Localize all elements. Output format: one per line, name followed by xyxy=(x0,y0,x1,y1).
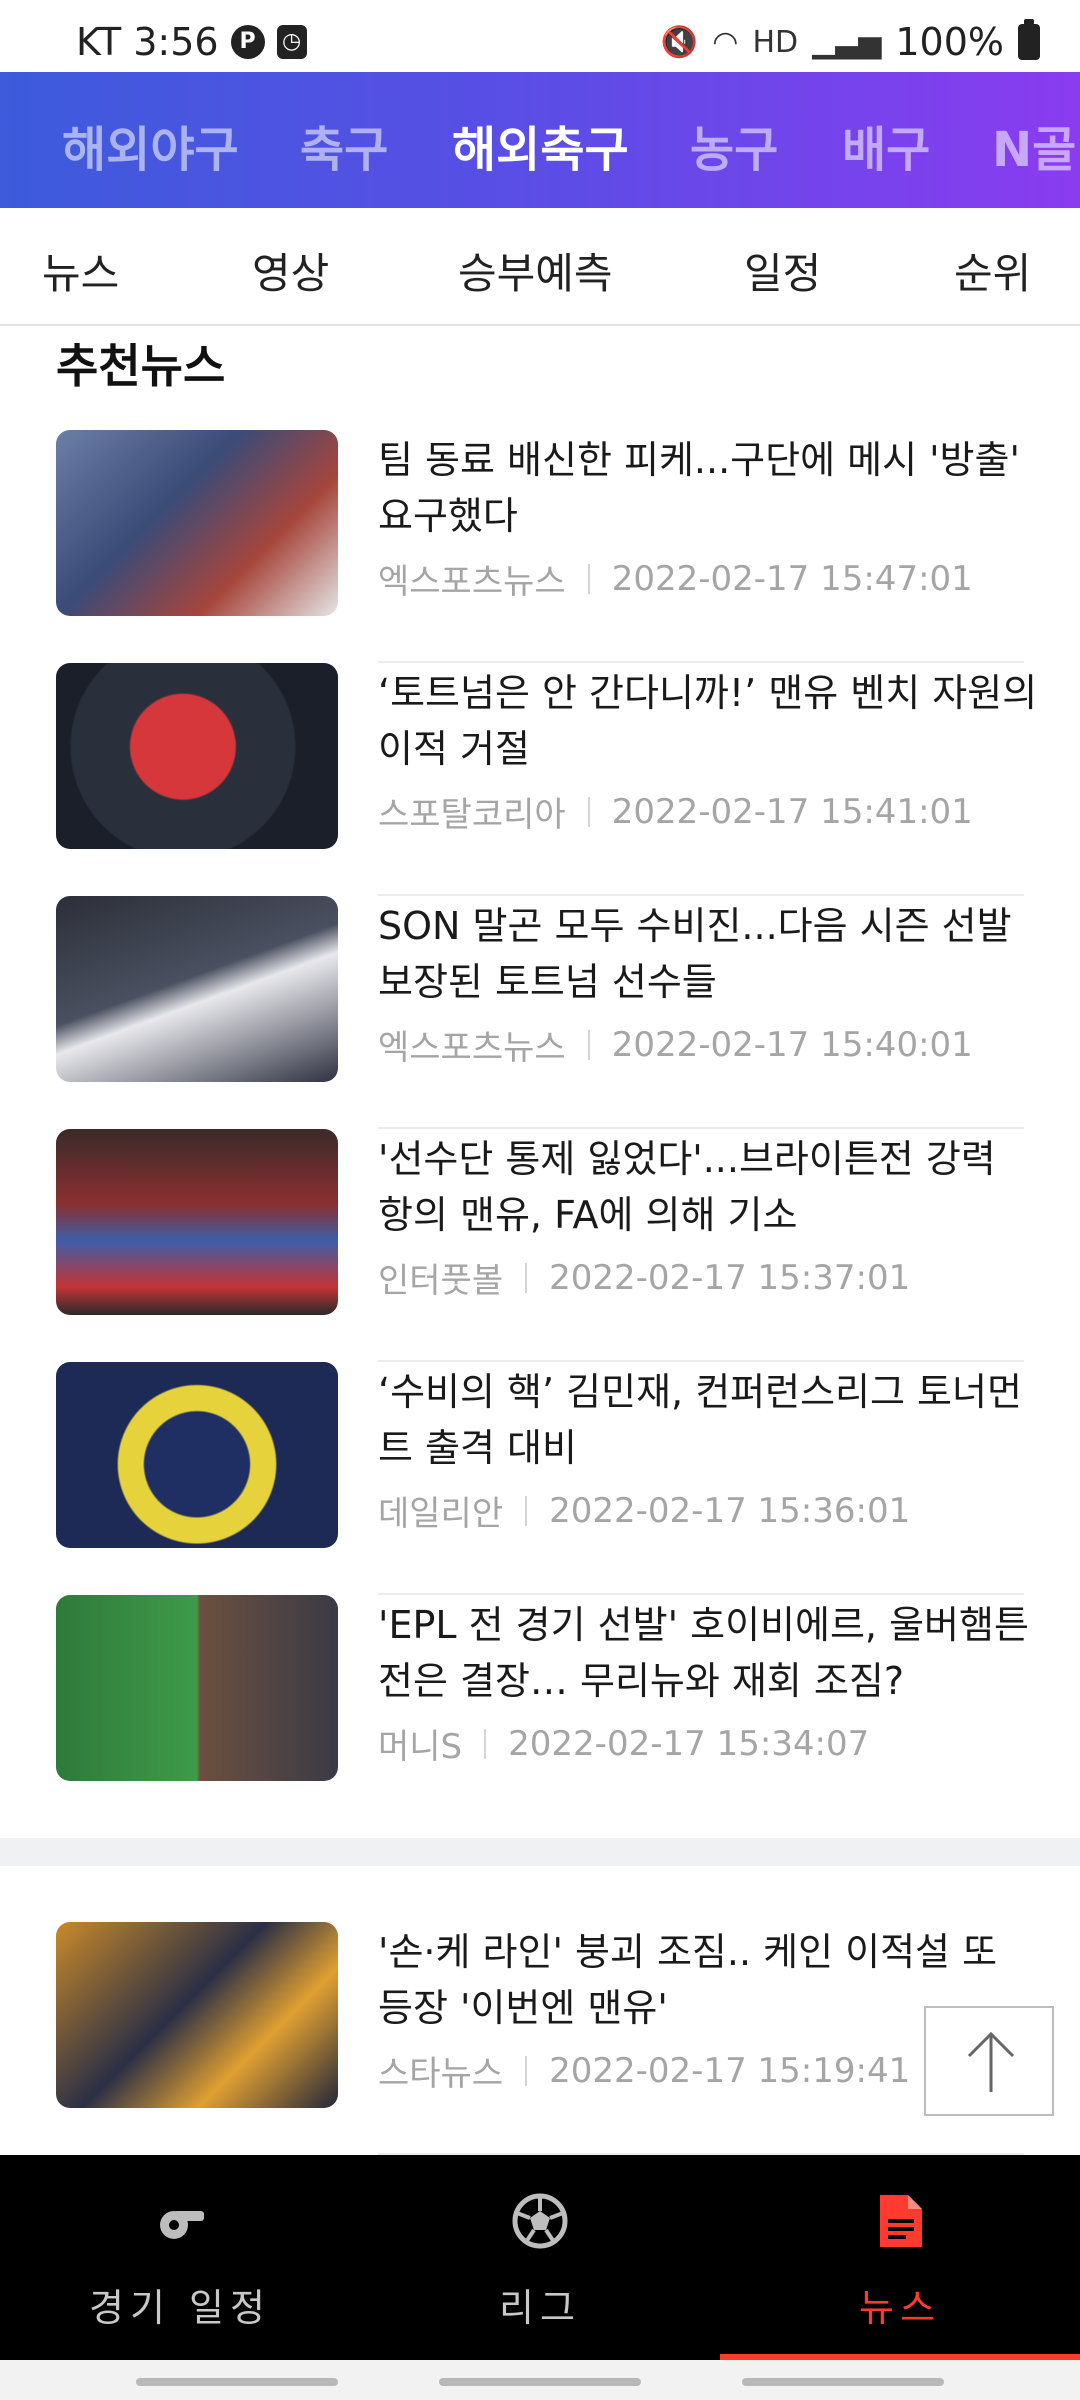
tab-overseas-football[interactable]: 해외축구 xyxy=(452,110,629,180)
news-title[interactable]: ‘수비의 핵’ 김민재, 컨퍼런스리그 토너먼트 출격 대비 xyxy=(378,1364,1038,1476)
subtab-video[interactable]: 영상 xyxy=(252,240,329,301)
tab-ngolf[interactable]: N골 xyxy=(992,110,1076,180)
nav-news[interactable]: 뉴스 xyxy=(720,2155,1080,2360)
status-left: KT 3:56 P ◷ xyxy=(76,20,307,64)
news-item[interactable]: ‘토트넘은 안 간다니까!’ 맨유 벤치 자원의 이적 거절 스포탈코리아 20… xyxy=(56,663,1037,896)
news-item[interactable]: '선수단 통제 잃었다'...브라이튼전 강력 항의 맨유, FA에 의해 기소… xyxy=(56,1129,1024,1362)
battery-percent: 100% xyxy=(895,20,1004,64)
news-source: 머니S xyxy=(378,1727,463,1767)
news-title[interactable]: '선수단 통제 잃었다'...브라이튼전 강력 항의 맨유, FA에 의해 기소 xyxy=(378,1131,1038,1243)
signal-icon: ▁▃▅ xyxy=(812,24,882,60)
news-thumbnail xyxy=(56,430,338,616)
meta-divider xyxy=(525,2055,528,2086)
news-time: 2022-02-17 15:34:07 xyxy=(508,1723,870,1764)
subtab-ranking[interactable]: 순위 xyxy=(954,240,1031,301)
news-source: 인터풋볼 xyxy=(378,1261,504,1301)
status-bar: KT 3:56 P ◷ 🔇 ◠ HD ▁▃▅ 100% xyxy=(0,0,1080,72)
nav-league[interactable]: 리그 xyxy=(360,2155,720,2360)
news-thumbnail xyxy=(56,1595,338,1781)
soccer-ball-icon xyxy=(512,2193,568,2249)
subtab-prediction[interactable]: 승부예측 xyxy=(458,240,613,301)
news-meta: 엑스포츠뉴스 2022-02-17 15:47:01 xyxy=(378,554,973,603)
section-title: 추천뉴스 xyxy=(56,339,226,393)
news-item[interactable]: '손·케 라인' 붕괴 조짐.. 케인 이적설 또 등장 '이번엔 맨유' 스타… xyxy=(56,1922,1024,2155)
news-item[interactable]: SON 말곤 모두 수비진...다음 시즌 선발 보장된 토트넘 선수들 엑스포… xyxy=(56,896,1024,1129)
news-title[interactable]: ‘토트넘은 안 간다니까!’ 맨유 벤치 자원의 이적 거절 xyxy=(378,665,1038,777)
section-divider xyxy=(0,1838,1080,1866)
nav-schedule[interactable]: 경기 일정 xyxy=(0,2155,360,2360)
news-meta: 엑스포츠뉴스 2022-02-17 15:40:01 xyxy=(378,1020,973,1069)
meta-divider xyxy=(587,563,590,594)
scroll-to-top-button[interactable] xyxy=(924,2006,1054,2116)
news-source: 엑스포츠뉴스 xyxy=(378,562,566,602)
news-item[interactable]: 'EPL 전 경기 선발' 호이비에르, 울버햄튼전은 결장… 무리뉴와 재회 … xyxy=(56,1595,1029,1828)
news-time: 2022-02-17 15:37:01 xyxy=(549,1257,911,1298)
tab-volleyball[interactable]: 배구 xyxy=(842,110,930,180)
news-source: 데일리안 xyxy=(378,1494,504,1534)
meta-divider xyxy=(525,1262,528,1293)
status-right: 🔇 ◠ HD ▁▃▅ 100% xyxy=(660,19,1040,64)
news-thumbnail xyxy=(56,1129,338,1315)
tab-basketball[interactable]: 농구 xyxy=(690,110,778,180)
system-navigation-bar xyxy=(0,2360,1080,2400)
news-meta: 데일리안 2022-02-17 15:36:01 xyxy=(378,1486,910,1535)
news-time: 2022-02-17 15:40:01 xyxy=(611,1024,973,1065)
clock-app-icon: ◷ xyxy=(276,25,307,59)
tab-overseas-baseball[interactable]: 해외야구 xyxy=(62,110,239,180)
news-time: 2022-02-17 15:47:01 xyxy=(611,558,973,599)
news-item[interactable]: 팀 동료 배신한 피케...구단에 메시 '방출' 요구했다 엑스포츠뉴스 20… xyxy=(56,430,1024,663)
subtab-schedule[interactable]: 일정 xyxy=(744,240,821,301)
system-home-button[interactable] xyxy=(439,2378,641,2386)
subtab-news[interactable]: 뉴스 xyxy=(42,240,119,301)
tab-football[interactable]: 축구 xyxy=(300,110,388,180)
hd-network-icon: HD xyxy=(752,24,799,60)
whistle-icon xyxy=(160,2211,204,2239)
sport-tab-bar: 해외야구 축구 해외축구 농구 배구 N골 xyxy=(0,72,1080,208)
news-thumbnail xyxy=(56,1362,338,1548)
news-source: 스타뉴스 xyxy=(378,2054,504,2094)
news-meta: 인터풋볼 2022-02-17 15:37:01 xyxy=(378,1253,910,1302)
news-document-icon xyxy=(880,2195,922,2247)
news-title[interactable]: 'EPL 전 경기 선발' 호이비에르, 울버햄튼전은 결장… 무리뉴와 재회 … xyxy=(378,1597,1038,1709)
app-notification-icon: P xyxy=(230,25,265,59)
system-back-button[interactable] xyxy=(742,2378,944,2386)
battery-icon xyxy=(1018,19,1040,60)
news-thumbnail xyxy=(56,896,338,1082)
sub-tab-bar: 뉴스 영상 승부예측 일정 순위 xyxy=(0,208,1080,326)
news-meta: 머니S 2022-02-17 15:34:07 xyxy=(378,1719,869,1768)
bottom-navigation: 경기 일정 리그 뉴스 xyxy=(0,2155,1080,2360)
news-source: 엑스포츠뉴스 xyxy=(378,1028,566,1068)
meta-divider xyxy=(525,1495,528,1526)
news-time: 2022-02-17 15:19:41 xyxy=(549,2050,911,2091)
meta-divider xyxy=(587,1029,590,1060)
nav-label: 리그 xyxy=(499,2286,581,2330)
news-time: 2022-02-17 15:36:01 xyxy=(549,1490,911,1531)
nav-label: 경기 일정 xyxy=(89,2286,271,2330)
meta-divider xyxy=(484,1728,487,1759)
system-recent-button[interactable] xyxy=(136,2378,338,2386)
arrow-up-icon xyxy=(967,2031,1015,2092)
news-title[interactable]: SON 말곤 모두 수비진...다음 시즌 선발 보장된 토트넘 선수들 xyxy=(378,898,1038,1010)
news-source: 스포탈코리아 xyxy=(378,795,566,835)
mute-icon: 🔇 xyxy=(660,24,699,60)
news-title[interactable]: 팀 동료 배신한 피케...구단에 메시 '방출' 요구했다 xyxy=(378,432,1038,544)
news-thumbnail xyxy=(56,1922,338,2108)
carrier-time: KT 3:56 xyxy=(76,20,219,64)
news-meta: 스포탈코리아 2022-02-17 15:41:01 xyxy=(378,787,973,836)
news-time: 2022-02-17 15:41:01 xyxy=(611,791,973,832)
meta-divider xyxy=(587,796,590,827)
nav-label: 뉴스 xyxy=(859,2286,941,2330)
news-thumbnail xyxy=(56,663,338,849)
wifi-icon: ◠ xyxy=(712,24,739,60)
news-meta: 스타뉴스 2022-02-17 15:19:41 xyxy=(378,2046,910,2095)
news-item[interactable]: ‘수비의 핵’ 김민재, 컨퍼런스리그 토너먼트 출격 대비 데일리안 2022… xyxy=(56,1362,1024,1595)
